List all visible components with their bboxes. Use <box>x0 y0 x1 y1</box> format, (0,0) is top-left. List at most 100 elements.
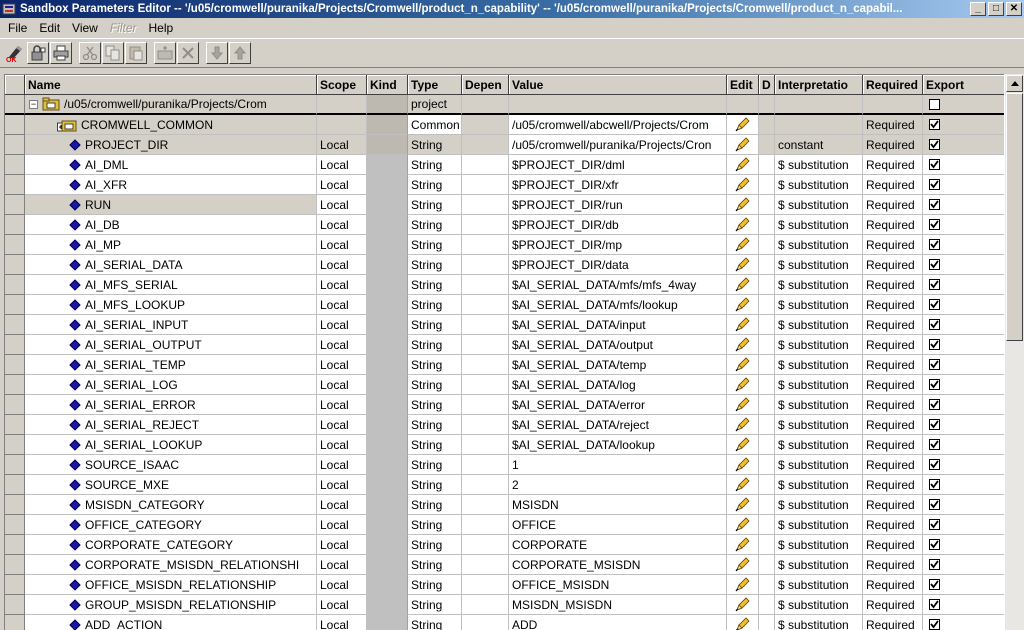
table-row[interactable]: AI_SERIAL_REJECT Local String $AI_SERIAL… <box>5 415 1004 435</box>
vertical-scrollbar[interactable] <box>1004 74 1024 630</box>
edit-cell[interactable] <box>727 455 759 475</box>
dependency-cell[interactable] <box>462 535 509 555</box>
edit-cell[interactable] <box>727 135 759 155</box>
export-checkbox[interactable] <box>929 439 940 450</box>
export-checkbox[interactable] <box>929 459 940 470</box>
name-cell[interactable]: AI_SERIAL_ERROR <box>25 395 317 415</box>
value-cell[interactable]: /u05/cromwell/abcwell/Projects/Crom <box>509 115 727 135</box>
export-checkbox[interactable] <box>929 579 940 590</box>
value-cell[interactable]: $PROJECT_DIR/data <box>509 255 727 275</box>
pencil-icon[interactable] <box>734 336 750 353</box>
export-checkbox[interactable] <box>929 519 940 530</box>
column-header-edit[interactable]: Edit <box>727 75 759 95</box>
d-cell[interactable] <box>759 395 775 415</box>
value-cell[interactable]: CORPORATE <box>509 535 727 555</box>
interpretation-cell[interactable]: $ substitution <box>775 455 863 475</box>
required-cell[interactable]: Required <box>863 235 923 255</box>
edit-cell[interactable] <box>727 475 759 495</box>
d-cell[interactable] <box>759 495 775 515</box>
row-selector[interactable] <box>5 395 25 415</box>
export-checkbox[interactable] <box>929 619 940 630</box>
row-selector[interactable] <box>5 435 25 455</box>
paste-button[interactable] <box>125 42 147 64</box>
kind-cell[interactable] <box>367 455 408 475</box>
edit-cell[interactable] <box>727 515 759 535</box>
scope-cell[interactable]: Local <box>317 315 367 335</box>
export-checkbox[interactable] <box>929 559 940 570</box>
export-checkbox[interactable] <box>929 339 940 350</box>
row-selector[interactable] <box>5 155 25 175</box>
scope-cell[interactable]: Local <box>317 395 367 415</box>
d-cell[interactable] <box>759 135 775 155</box>
kind-cell[interactable] <box>367 595 408 615</box>
interpretation-cell[interactable]: $ substitution <box>775 335 863 355</box>
pencil-icon[interactable] <box>734 296 750 313</box>
name-cell[interactable]: AI_XFR <box>25 175 317 195</box>
pencil-icon[interactable] <box>734 236 750 253</box>
export-checkbox[interactable] <box>929 199 940 210</box>
export-cell[interactable] <box>923 415 1004 435</box>
kind-cell[interactable] <box>367 175 408 195</box>
dependency-cell[interactable] <box>462 135 509 155</box>
type-cell[interactable]: String <box>408 155 462 175</box>
table-row[interactable]: SOURCE_ISAAC Local String 1 $ substituti… <box>5 455 1004 475</box>
name-cell[interactable]: AI_MP <box>25 235 317 255</box>
name-cell[interactable]: AI_DB <box>25 215 317 235</box>
required-cell[interactable]: Required <box>863 355 923 375</box>
type-cell[interactable]: String <box>408 415 462 435</box>
row-selector[interactable] <box>5 415 25 435</box>
pencil-icon[interactable] <box>734 216 750 233</box>
name-cell[interactable]: AI_SERIAL_DATA <box>25 255 317 275</box>
new-parameter-button[interactable] <box>154 42 176 64</box>
d-cell[interactable] <box>759 435 775 455</box>
row-selector[interactable] <box>5 255 25 275</box>
value-cell[interactable]: $AI_SERIAL_DATA/mfs/lookup <box>509 295 727 315</box>
type-cell[interactable]: String <box>408 375 462 395</box>
dependency-cell[interactable] <box>462 155 509 175</box>
kind-cell[interactable] <box>367 295 408 315</box>
kind-cell[interactable] <box>367 235 408 255</box>
interpretation-cell[interactable]: $ substitution <box>775 615 863 630</box>
export-cell[interactable] <box>923 175 1004 195</box>
kind-cell[interactable] <box>367 515 408 535</box>
export-cell[interactable] <box>923 395 1004 415</box>
scroll-up-button[interactable] <box>1006 75 1023 92</box>
row-selector[interactable] <box>5 315 25 335</box>
dependency-cell[interactable] <box>462 415 509 435</box>
scope-cell[interactable]: Local <box>317 615 367 630</box>
dependency-cell[interactable] <box>462 175 509 195</box>
dependency-cell[interactable] <box>462 335 509 355</box>
interpretation-cell[interactable]: $ substitution <box>775 495 863 515</box>
row-selector[interactable] <box>5 375 25 395</box>
lock-button[interactable] <box>27 42 49 64</box>
interpretation-cell[interactable]: $ substitution <box>775 395 863 415</box>
scope-cell[interactable]: Local <box>317 155 367 175</box>
scope-cell[interactable]: Local <box>317 195 367 215</box>
menu-edit[interactable]: Edit <box>33 21 66 35</box>
d-cell[interactable] <box>759 195 775 215</box>
export-cell[interactable] <box>923 575 1004 595</box>
edit-cell[interactable] <box>727 335 759 355</box>
dependency-cell[interactable] <box>462 195 509 215</box>
export-checkbox[interactable] <box>929 499 940 510</box>
interpretation-cell[interactable]: $ substitution <box>775 535 863 555</box>
export-cell[interactable] <box>923 295 1004 315</box>
row-selector[interactable] <box>5 535 25 555</box>
value-cell[interactable]: $PROJECT_DIR/run <box>509 195 727 215</box>
scope-cell[interactable]: Local <box>317 255 367 275</box>
export-cell[interactable] <box>923 275 1004 295</box>
minimize-button[interactable]: _ <box>970 2 986 16</box>
interpretation-cell[interactable]: constant <box>775 135 863 155</box>
d-cell[interactable] <box>759 535 775 555</box>
pencil-icon[interactable] <box>734 316 750 333</box>
required-cell[interactable]: Required <box>863 455 923 475</box>
row-selector-header[interactable] <box>5 75 25 95</box>
scope-cell[interactable]: Local <box>317 355 367 375</box>
type-cell[interactable]: String <box>408 255 462 275</box>
export-cell[interactable] <box>923 235 1004 255</box>
row-selector[interactable] <box>5 175 25 195</box>
table-row[interactable]: AI_MP Local String $PROJECT_DIR/mp $ sub… <box>5 235 1004 255</box>
scroll-thumb[interactable] <box>1006 93 1023 341</box>
value-cell[interactable]: $AI_SERIAL_DATA/error <box>509 395 727 415</box>
dependency-cell[interactable] <box>462 295 509 315</box>
